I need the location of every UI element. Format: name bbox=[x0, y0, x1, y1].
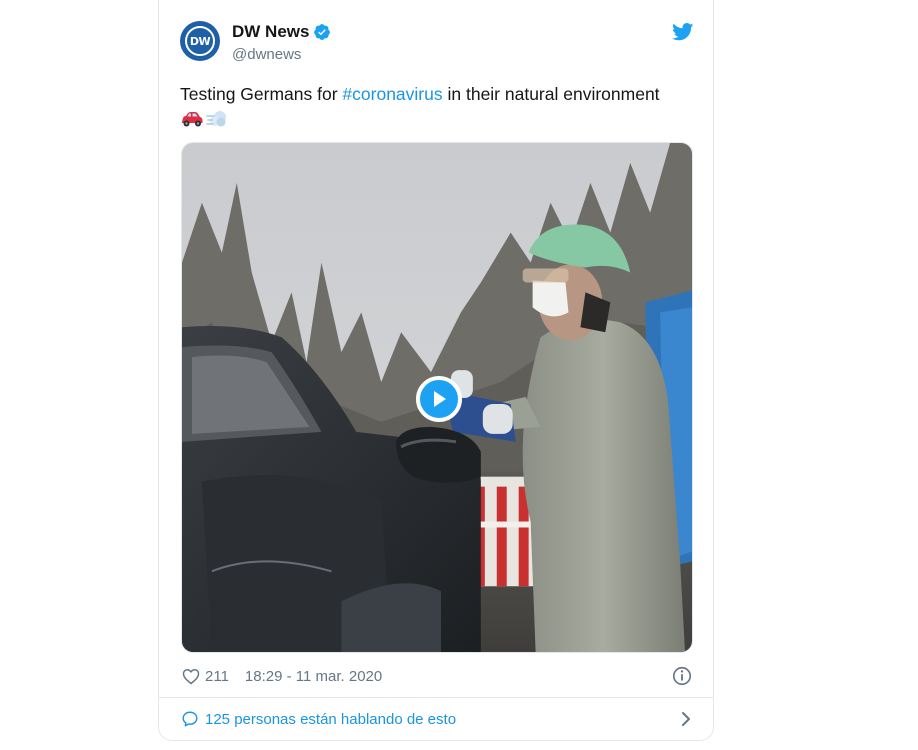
hashtag-link[interactable]: #coronavirus bbox=[342, 84, 442, 104]
video-media[interactable] bbox=[181, 142, 693, 653]
avatar-logo: DW bbox=[185, 26, 215, 56]
conversation-link[interactable]: 125 personas están hablando de esto bbox=[181, 706, 693, 732]
chevron-right-icon bbox=[682, 712, 690, 726]
car-emoji-icon bbox=[182, 112, 203, 127]
dash-emoji-icon bbox=[206, 111, 226, 127]
like-count[interactable]: 211 bbox=[205, 668, 229, 685]
emoji-row bbox=[180, 108, 694, 130]
play-button[interactable] bbox=[416, 376, 462, 422]
tweet-text-end: in their natural environment bbox=[442, 84, 660, 104]
info-icon[interactable] bbox=[671, 665, 693, 687]
display-name[interactable]: DW News bbox=[232, 22, 309, 42]
twitter-bird-icon[interactable] bbox=[672, 23, 694, 41]
divider bbox=[159, 697, 713, 698]
avatar[interactable]: DW bbox=[180, 21, 220, 61]
tweet-header: DW DW News @dwnews bbox=[180, 19, 694, 65]
conversation-text: 125 personas están hablando de esto bbox=[205, 710, 457, 728]
verified-badge-icon bbox=[314, 24, 331, 40]
name-row: DW News bbox=[232, 22, 331, 42]
timestamp[interactable]: 18:29 - 11 mar. 2020 bbox=[245, 668, 382, 685]
heart-icon[interactable] bbox=[181, 666, 201, 686]
handle[interactable]: @dwnews bbox=[232, 46, 301, 63]
tweet-text: Testing Germans for #coronavirus in thei… bbox=[180, 82, 694, 130]
tweet-text-start: Testing Germans for bbox=[180, 84, 343, 104]
tweet-stats: 211 18:29 - 11 mar. 2020 bbox=[181, 664, 693, 688]
speech-bubble-icon bbox=[182, 711, 198, 727]
play-icon bbox=[434, 391, 446, 407]
tweet-card: DW DW News @dwnews Testing Germans for #… bbox=[158, 0, 714, 741]
